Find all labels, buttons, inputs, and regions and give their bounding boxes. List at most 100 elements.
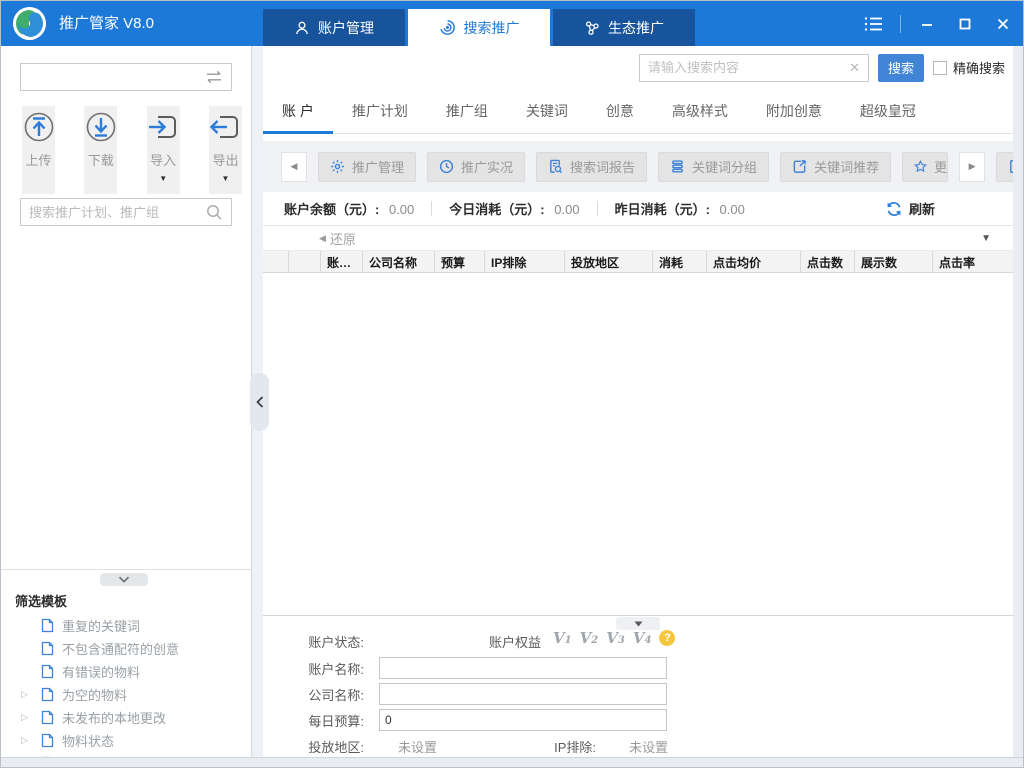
- app-window: 推广管家 V8.0 账户管理: [0, 0, 1024, 768]
- toolbar-scroll-left-button[interactable]: ◀: [281, 152, 307, 182]
- tab-search-promotion[interactable]: 搜索推广: [408, 9, 550, 46]
- collapse-templates-button[interactable]: [100, 573, 148, 586]
- table-body: [263, 273, 1013, 615]
- list-item[interactable]: ▷ 物料状态: [1, 729, 251, 752]
- sidebar-actions: 上传 下载 导入 ▼: [22, 106, 242, 194]
- column-header-ctr[interactable]: 点击率: [933, 251, 1013, 272]
- tab-adgroup[interactable]: 推广组: [427, 89, 507, 133]
- column-filter-icon[interactable]: ▼: [981, 233, 991, 244]
- content-search-box: ✕: [639, 54, 869, 82]
- search-icon: [206, 204, 223, 221]
- column-header-clicks[interactable]: 点击数: [801, 251, 855, 272]
- column-header-region[interactable]: 投放地区: [565, 251, 653, 272]
- column-header-account[interactable]: 账…: [321, 251, 363, 272]
- clear-search-icon[interactable]: ✕: [849, 60, 860, 76]
- search-button[interactable]: 搜索: [878, 54, 924, 82]
- close-button[interactable]: [991, 12, 1015, 36]
- ip-exclude-value[interactable]: 未设置: [629, 737, 668, 756]
- stat-label: 今日消耗（元）:: [449, 202, 544, 217]
- balance-stat: 账户余额（元）: 0.00: [284, 199, 414, 218]
- column-header-budget[interactable]: 预算: [435, 251, 485, 272]
- minimize-button[interactable]: [915, 12, 939, 36]
- expand-triangle-icon[interactable]: ▷: [21, 735, 28, 746]
- tab-account-management[interactable]: 账户管理: [263, 9, 405, 46]
- keyword-group-button[interactable]: 关键词分组: [658, 152, 769, 182]
- divider: [431, 201, 432, 216]
- tab-eco-promotion[interactable]: 生态推广: [553, 9, 695, 46]
- more-tools-button[interactable]: 更: [902, 152, 948, 182]
- stat-value: 0.00: [389, 202, 414, 217]
- tab-creative[interactable]: 创意: [587, 89, 653, 133]
- content-search-input[interactable]: [648, 60, 849, 75]
- refresh-button[interactable]: 刷新: [886, 199, 935, 218]
- menu-icon[interactable]: [862, 12, 886, 36]
- stat-label: 账户余额（元）:: [284, 202, 379, 217]
- download-button[interactable]: 下载: [84, 106, 117, 194]
- refresh-label: 刷新: [909, 199, 935, 218]
- restore-button[interactable]: ◀ 还原: [319, 229, 356, 248]
- daily-budget-field[interactable]: [379, 709, 667, 731]
- expand-triangle-icon[interactable]: ▷: [21, 712, 28, 723]
- company-name-field[interactable]: [379, 683, 667, 705]
- divider: [597, 201, 598, 216]
- tab-advanced-style[interactable]: 高级样式: [653, 89, 747, 133]
- tab-label: 生态推广: [608, 18, 664, 38]
- tab-super-crown[interactable]: 超级皇冠: [841, 89, 935, 133]
- swap-icon: [205, 70, 223, 84]
- list-item[interactable]: 有错误的物料: [1, 660, 251, 683]
- list-item[interactable]: 不包含通配符的创意: [1, 637, 251, 660]
- import-button[interactable]: 导入 ▼: [147, 106, 180, 194]
- tab-keyword[interactable]: 关键词: [507, 89, 587, 133]
- upload-button[interactable]: 上传: [22, 106, 55, 194]
- list-item-label: 物料状态: [62, 731, 114, 750]
- toolbar-button-label: 推广实况: [461, 157, 513, 176]
- toolbar-scroll-right-button[interactable]: ▶: [959, 152, 985, 182]
- region-value[interactable]: 未设置: [398, 737, 437, 756]
- exact-search-label: 精确搜索: [953, 58, 1005, 77]
- column-header-avg-click-price[interactable]: 点击均价: [707, 251, 801, 272]
- exact-search-checkbox[interactable]: [933, 61, 947, 75]
- plan-search-input[interactable]: [29, 205, 206, 220]
- help-icon[interactable]: ?: [659, 630, 675, 646]
- action-label: 上传: [25, 150, 51, 169]
- promotion-manage-button[interactable]: 推广管理: [318, 152, 416, 182]
- account-switcher[interactable]: [20, 63, 232, 91]
- upload-icon: [21, 109, 57, 145]
- keyword-recommend-button[interactable]: 关键词推荐: [780, 152, 891, 182]
- list-item[interactable]: ▷ 未发布的本地更改: [1, 706, 251, 729]
- document-icon: [41, 733, 54, 748]
- filter-templates-title: 筛选模板: [15, 591, 67, 610]
- region-label: 投放地区:: [302, 737, 364, 756]
- stat-value: 0.00: [720, 202, 745, 217]
- import-icon: [145, 109, 181, 145]
- today-cost-stat: 今日消耗（元）: 0.00: [449, 199, 579, 218]
- column-header[interactable]: [289, 251, 321, 272]
- list-item-label: 未发布的本地更改: [62, 708, 166, 727]
- tab-account[interactable]: 账 户: [263, 89, 333, 133]
- column-header[interactable]: [263, 251, 289, 272]
- export-button[interactable]: 导出 ▼: [209, 106, 242, 194]
- column-header-impressions[interactable]: 展示数: [855, 251, 933, 272]
- column-header-cost[interactable]: 消耗: [653, 251, 707, 272]
- tab-extended-creative[interactable]: 附加创意: [747, 89, 841, 133]
- column-header-company[interactable]: 公司名称: [363, 251, 435, 272]
- list-item-label: 重复的关键词: [62, 616, 140, 635]
- column-header-ip-exclude[interactable]: IP排除: [485, 251, 565, 272]
- collapse-sidebar-handle[interactable]: [250, 373, 269, 431]
- vip-badge-v3: V3: [606, 629, 625, 647]
- expand-triangle-icon[interactable]: ▷: [21, 689, 28, 700]
- exact-search-option: 精确搜索: [933, 58, 1005, 77]
- search-term-report-button[interactable]: 搜索词报告: [536, 152, 647, 182]
- restore-row: ◀ 还原 ▼: [263, 226, 1013, 251]
- promotion-live-button[interactable]: 推广实况: [427, 152, 525, 182]
- list-item[interactable]: 重复的关键词: [1, 614, 251, 637]
- document-icon: [41, 641, 54, 656]
- star-icon: [914, 159, 927, 174]
- account-stats-bar: 账户余额（元）: 0.00 今日消耗（元）: 0.00 昨日消耗（元）: 0.0…: [263, 192, 1013, 226]
- tab-campaign[interactable]: 推广计划: [333, 89, 427, 133]
- maximize-button[interactable]: [953, 12, 977, 36]
- account-name-field[interactable]: [379, 657, 667, 679]
- search-row: ✕ 搜索 精确搜索: [263, 46, 1013, 89]
- list-item[interactable]: ▷ 为空的物料: [1, 683, 251, 706]
- stat-label: 昨日消耗（元）:: [615, 202, 710, 217]
